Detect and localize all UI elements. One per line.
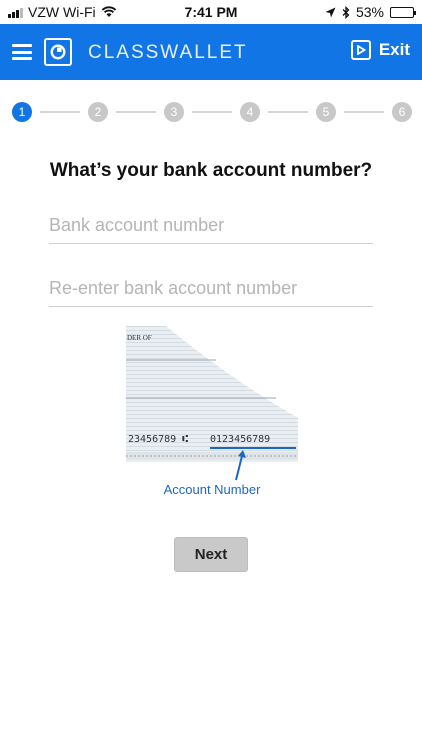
page-title: What’s your bank account number? bbox=[49, 160, 373, 181]
wifi-icon bbox=[101, 6, 116, 17]
step-connector bbox=[192, 111, 232, 113]
step-1: 1 bbox=[12, 102, 32, 122]
check-header-text: DER OF bbox=[127, 334, 152, 342]
check-illustration: DER OF 23456789 ⑆ 0123456789 Account Num… bbox=[126, 326, 298, 497]
exit-icon bbox=[350, 40, 371, 60]
step-2: 2 bbox=[88, 102, 108, 122]
step-6: 6 bbox=[392, 102, 412, 122]
step-3: 3 bbox=[164, 102, 184, 122]
step-connector bbox=[344, 111, 384, 113]
bank-account-number-input[interactable] bbox=[49, 208, 373, 244]
account-digits: 0123456789 bbox=[210, 434, 270, 445]
battery-percent: 53% bbox=[355, 4, 384, 20]
menu-icon[interactable] bbox=[12, 44, 32, 60]
account-number-caption: Account Number bbox=[164, 482, 261, 497]
brand-name: CLASSWALLET bbox=[88, 42, 248, 63]
step-connector bbox=[116, 111, 156, 113]
next-button[interactable]: Next bbox=[174, 537, 248, 572]
battery-icon bbox=[390, 6, 416, 18]
exit-button[interactable]: Exit bbox=[350, 40, 410, 60]
step-connector bbox=[40, 111, 80, 113]
app-header: CLASSWALLET Exit bbox=[0, 24, 422, 80]
step-5: 5 bbox=[316, 102, 336, 122]
status-bar: VZW Wi-Fi 7:41 PM 53% bbox=[0, 0, 422, 24]
routing-digits: 23456789 ⑆ bbox=[128, 434, 188, 445]
step-connector bbox=[268, 111, 308, 113]
progress-stepper: 1 2 3 4 5 6 bbox=[12, 100, 412, 124]
location-icon bbox=[325, 7, 336, 17]
status-right: 53% bbox=[325, 4, 416, 20]
reenter-bank-account-number-input[interactable] bbox=[49, 271, 373, 307]
classwallet-logo-icon bbox=[44, 38, 72, 66]
step-4: 4 bbox=[240, 102, 260, 122]
status-left: VZW Wi-Fi bbox=[8, 4, 117, 20]
signal-icon bbox=[8, 7, 23, 18]
exit-label: Exit bbox=[378, 40, 410, 59]
bluetooth-icon bbox=[342, 5, 350, 19]
carrier-label: VZW Wi-Fi bbox=[28, 4, 96, 20]
